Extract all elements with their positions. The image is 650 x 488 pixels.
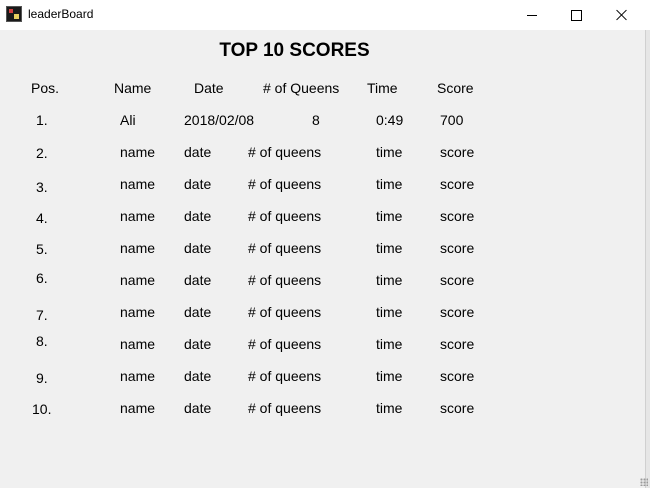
row-date: date — [184, 176, 212, 192]
row-queens: # of queens — [248, 336, 322, 352]
row-time: time — [376, 400, 403, 416]
row-position: 7. — [36, 307, 48, 323]
row-position: 8. — [36, 333, 48, 349]
row-queens: # of queens — [248, 400, 322, 416]
column-header-date: Date — [194, 80, 224, 96]
row-time: time — [376, 240, 403, 256]
row-queens: # of queens — [248, 272, 322, 288]
row-time: time — [376, 336, 403, 352]
title-bar[interactable]: leaderBoard — [0, 0, 650, 30]
row-score: score — [440, 240, 475, 256]
row-name: name — [120, 272, 156, 288]
leaderboard-content: TOP 10 SCORES Pos. Name Date # of Queens… — [0, 30, 645, 488]
row-time: time — [376, 144, 403, 160]
row-queens: # of queens — [248, 208, 322, 224]
row-queens: # of queens — [248, 144, 322, 160]
resize-grip-icon[interactable] — [640, 478, 648, 486]
row-time: time — [376, 368, 403, 384]
close-button[interactable] — [599, 0, 645, 30]
row-position: 2. — [36, 145, 48, 161]
row-score: score — [440, 368, 475, 384]
row-position: 5. — [36, 241, 48, 257]
maximize-button[interactable] — [553, 0, 599, 30]
row-queens: # of queens — [248, 368, 322, 384]
leaderboard-window: leaderBoard TOP 10 SCORES Pos. Name Date… — [0, 0, 650, 488]
minimize-button[interactable] — [509, 0, 555, 30]
row-name: name — [120, 144, 156, 160]
row-position: 4. — [36, 210, 48, 226]
app-icon — [6, 6, 22, 22]
window-title: leaderBoard — [28, 7, 94, 21]
column-header-queens: # of Queens — [263, 80, 340, 96]
row-score: score — [440, 336, 475, 352]
row-score: score — [440, 144, 475, 160]
row-date: date — [184, 304, 212, 320]
row-time: time — [376, 176, 403, 192]
row-name: name — [120, 176, 156, 192]
row-queens: # of queens — [248, 176, 322, 192]
row-position: 9. — [36, 370, 48, 386]
row-position: 1. — [36, 112, 48, 128]
row-position: 3. — [36, 179, 48, 195]
row-date: date — [184, 336, 212, 352]
row-time: time — [376, 272, 403, 288]
row-score: score — [440, 400, 475, 416]
row-score: score — [440, 304, 475, 320]
row-name: name — [120, 336, 156, 352]
page-title: TOP 10 SCORES — [219, 40, 370, 61]
row-name: name — [120, 240, 156, 256]
row-date: date — [184, 144, 212, 160]
row-name: name — [120, 208, 156, 224]
window-right-edge — [640, 30, 650, 488]
row-name: name — [120, 304, 156, 320]
minimize-icon — [527, 14, 537, 16]
row-position: 6. — [36, 270, 48, 286]
column-header-score: Score — [437, 80, 474, 96]
row-name: Ali — [120, 112, 136, 128]
column-header-name: Name — [114, 80, 152, 96]
row-score: score — [440, 176, 475, 192]
row-name: name — [120, 368, 156, 384]
row-time: time — [376, 208, 403, 224]
row-date: date — [184, 208, 212, 224]
row-time: 0:49 — [376, 112, 404, 128]
row-score: score — [440, 208, 475, 224]
row-queens: 8 — [312, 112, 320, 128]
row-score: score — [440, 272, 475, 288]
column-header-pos: Pos. — [31, 80, 60, 96]
row-position: 10. — [32, 401, 52, 417]
row-date: date — [184, 272, 212, 288]
row-score: 700 — [440, 112, 464, 128]
row-date: date — [184, 240, 212, 256]
row-queens: # of queens — [248, 240, 322, 256]
row-date: 2018/02/08 — [184, 112, 255, 128]
row-date: date — [184, 400, 212, 416]
row-time: time — [376, 304, 403, 320]
row-queens: # of queens — [248, 304, 322, 320]
close-icon — [616, 9, 628, 21]
column-header-time: Time — [367, 80, 398, 96]
row-name: name — [120, 400, 156, 416]
row-date: date — [184, 368, 212, 384]
maximize-icon — [570, 9, 582, 21]
